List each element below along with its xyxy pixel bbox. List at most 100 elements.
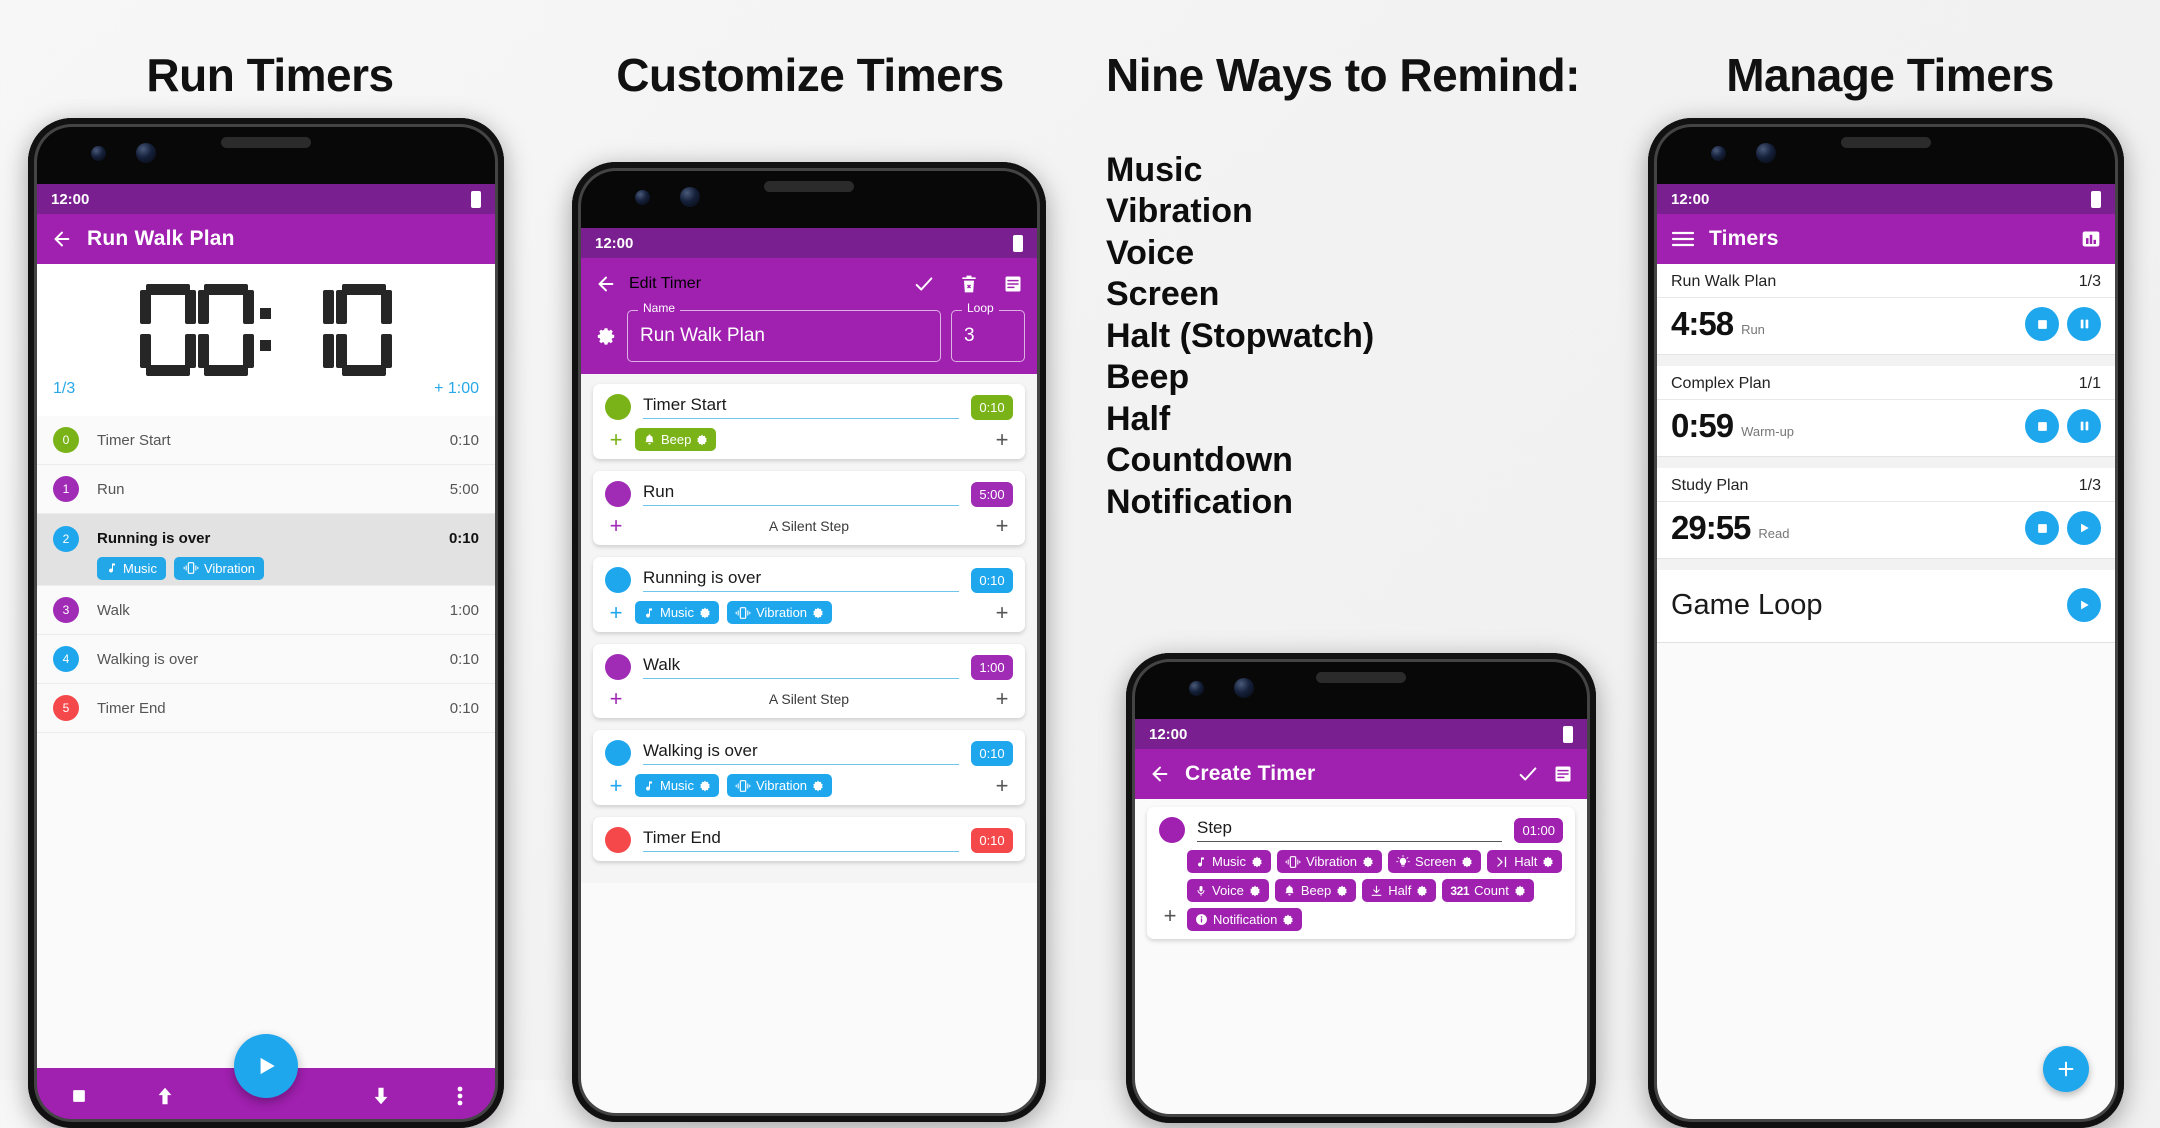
reminder-chip-vibration[interactable]: Vibration	[173, 556, 265, 580]
reminder-chip-half[interactable]: Half	[1362, 879, 1437, 902]
volume-button[interactable]	[1044, 542, 1046, 642]
power-button[interactable]	[2122, 418, 2124, 478]
step-color-dot[interactable]	[605, 567, 631, 593]
notes-icon[interactable]	[1003, 274, 1023, 294]
list-item-active[interactable]: 2 Running is over 0:10 Music Vibration	[37, 514, 495, 586]
step-name-input[interactable]: Timer Start	[643, 395, 959, 419]
play-button[interactable]	[2067, 588, 2101, 622]
step-card[interactable]: Walk 1:00 + A Silent Step +	[593, 644, 1025, 718]
gear-icon[interactable]	[1362, 856, 1374, 868]
stop-button[interactable]	[2025, 409, 2059, 443]
timer-card[interactable]: Study Plan 1/3 29:55 Read	[1657, 468, 2115, 559]
step-duration-pill[interactable]: 0:10	[971, 394, 1013, 420]
gear-icon[interactable]	[1249, 885, 1261, 897]
add-reminder-left-button[interactable]: +	[605, 774, 627, 797]
stop-button[interactable]	[2025, 511, 2059, 545]
gear-icon[interactable]	[699, 607, 711, 619]
gear-icon[interactable]	[1416, 885, 1428, 897]
more-vertical-icon[interactable]	[457, 1084, 463, 1108]
gear-icon[interactable]	[1336, 885, 1348, 897]
step-color-dot[interactable]	[605, 654, 631, 680]
delete-icon[interactable]	[959, 273, 979, 295]
gear-icon[interactable]	[696, 434, 708, 446]
step-card[interactable]: Timer End 0:10	[593, 817, 1025, 861]
gear-icon[interactable]	[1282, 914, 1294, 926]
list-item[interactable]: 0 Timer Start 0:10	[37, 416, 495, 465]
add-reminder-right-button[interactable]: +	[991, 688, 1013, 710]
list-item[interactable]: 1 Run 5:00	[37, 465, 495, 514]
pause-button[interactable]	[2067, 409, 2101, 443]
add-reminder-left-button[interactable]: +	[605, 515, 627, 537]
step-card[interactable]: Run 5:00 + A Silent Step +	[593, 471, 1025, 545]
gear-icon[interactable]	[812, 780, 824, 792]
volume-button[interactable]	[1594, 923, 1596, 1023]
gear-icon[interactable]	[699, 780, 711, 792]
add-reminder-left-button[interactable]: +	[605, 688, 627, 710]
step-duration-pill[interactable]: 5:00	[971, 481, 1013, 507]
step-duration-pill[interactable]: 01:00	[1514, 817, 1563, 843]
reminder-chip-music[interactable]: Music	[635, 774, 719, 797]
list-item[interactable]: 3 Walk 1:00	[37, 586, 495, 635]
arrow-down-icon[interactable]	[370, 1085, 392, 1107]
step-duration-pill[interactable]: 1:00	[971, 654, 1013, 680]
add-time-button[interactable]: + 1:00	[434, 380, 479, 398]
power-button[interactable]	[502, 408, 504, 468]
check-icon[interactable]	[913, 273, 935, 295]
pause-button[interactable]	[2067, 307, 2101, 341]
reminder-chip-beep[interactable]: Beep	[1274, 879, 1357, 902]
timer-card-idle[interactable]: Game Loop	[1657, 570, 2115, 643]
step-card[interactable]: Step 01:00 + Music Vibration Screen Halt…	[1147, 807, 1575, 939]
play-button[interactable]	[234, 1034, 298, 1098]
reminder-chip-music[interactable]: Music	[635, 601, 719, 624]
reminder-chip-count[interactable]: 321 Count	[1442, 879, 1534, 902]
add-timer-button[interactable]	[2043, 1046, 2089, 1092]
add-reminder-right-button[interactable]: +	[991, 428, 1013, 451]
step-duration-pill[interactable]: 0:10	[971, 740, 1013, 766]
step-card[interactable]: Timer Start 0:10 + Beep +	[593, 384, 1025, 459]
reminder-chip-vibration[interactable]: Vibration	[1276, 850, 1383, 873]
add-reminder-right-button[interactable]: +	[991, 774, 1013, 797]
arrow-left-icon[interactable]	[51, 228, 73, 250]
step-color-dot[interactable]	[605, 481, 631, 507]
step-name-input[interactable]: Step	[1197, 818, 1503, 842]
step-duration-pill[interactable]: 0:10	[971, 567, 1013, 593]
reminder-chip-voice[interactable]: Voice	[1187, 879, 1269, 902]
step-color-dot[interactable]	[1159, 817, 1185, 843]
gear-icon[interactable]	[1461, 856, 1473, 868]
list-item[interactable]: 5 Timer End 0:10	[37, 684, 495, 733]
add-reminder-left-button[interactable]: +	[605, 428, 627, 451]
gear-icon[interactable]	[1251, 856, 1263, 868]
reminder-chip-vibration[interactable]: Vibration	[726, 774, 833, 797]
reminder-chip-halt[interactable]: Halt	[1487, 850, 1563, 873]
reminder-chip-vibration[interactable]: Vibration	[726, 601, 833, 624]
notes-icon[interactable]	[1553, 764, 1573, 784]
step-color-dot[interactable]	[605, 827, 631, 853]
hamburger-icon[interactable]	[1671, 230, 1695, 248]
stop-button[interactable]	[2025, 307, 2059, 341]
arrow-left-icon[interactable]	[595, 273, 617, 295]
reminder-chip-music[interactable]: Music	[1187, 850, 1271, 873]
step-name-input[interactable]: Walk	[643, 655, 959, 679]
timer-card[interactable]: Run Walk Plan 1/3 4:58 Run	[1657, 264, 2115, 355]
reminder-chip-notification[interactable]: Notification	[1187, 908, 1303, 931]
add-reminder-button[interactable]: +	[1159, 905, 1181, 927]
timer-card[interactable]: Complex Plan 1/1 0:59 Warm-up	[1657, 366, 2115, 457]
step-card[interactable]: Walking is over 0:10 + Music Vibration +	[593, 730, 1025, 805]
add-reminder-right-button[interactable]: +	[991, 601, 1013, 624]
gear-icon[interactable]	[1514, 885, 1526, 897]
gear-icon[interactable]	[1542, 856, 1554, 868]
step-name-input[interactable]: Timer End	[643, 828, 959, 852]
step-color-dot[interactable]	[605, 740, 631, 766]
volume-button[interactable]	[2122, 498, 2124, 598]
power-button[interactable]	[1044, 462, 1046, 522]
step-name-input[interactable]: Walking is over	[643, 741, 959, 765]
play-button[interactable]	[2067, 511, 2101, 545]
step-name-input[interactable]: Run	[643, 482, 959, 506]
list-item[interactable]: 4 Walking is over 0:10	[37, 635, 495, 684]
name-field[interactable]: Name Run Walk Plan	[627, 301, 941, 362]
power-button[interactable]	[1594, 843, 1596, 903]
arrow-left-icon[interactable]	[1149, 763, 1171, 785]
loop-field[interactable]: Loop 3	[951, 301, 1025, 362]
arrow-up-icon[interactable]	[154, 1085, 176, 1107]
gear-icon[interactable]	[812, 607, 824, 619]
